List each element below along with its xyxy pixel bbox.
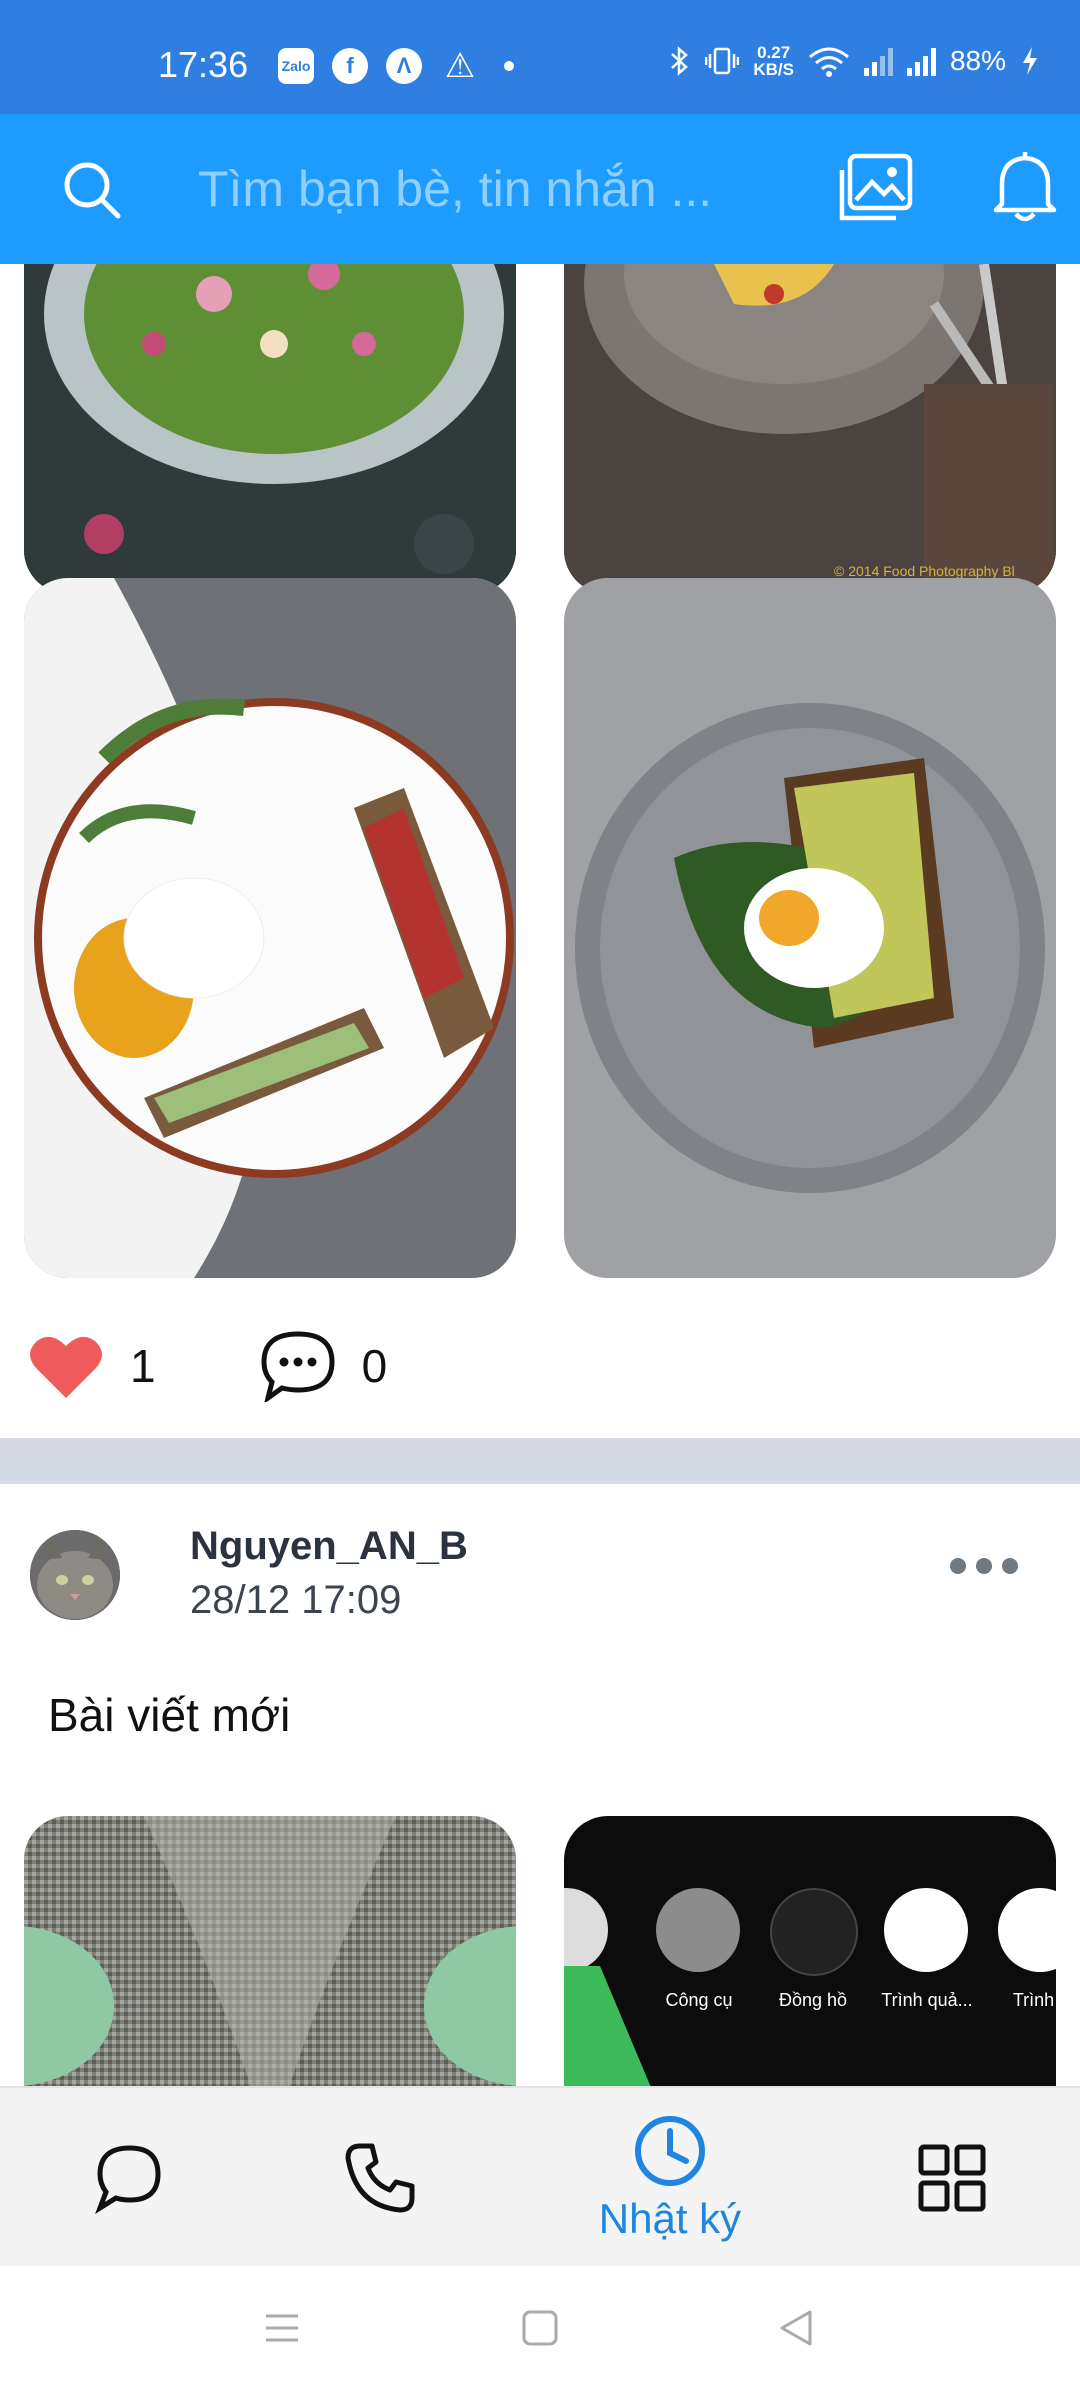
home-square-icon bbox=[522, 2310, 558, 2346]
recents-button[interactable] bbox=[262, 2308, 302, 2353]
post-photo-icon[interactable] bbox=[838, 152, 914, 229]
security-app-icon bbox=[884, 1888, 968, 1972]
nav-more[interactable] bbox=[902, 2088, 1002, 2268]
clock-icon bbox=[635, 2116, 705, 2186]
like-count: 1 bbox=[130, 1340, 156, 1392]
post-photo-pasta[interactable]: © 2014 Food Photography Bl bbox=[564, 264, 1056, 594]
tools-folder-icon bbox=[656, 1888, 740, 1972]
more-notifications-dot bbox=[504, 61, 514, 71]
post-photo-phone-screenshot[interactable]: ài đặt Công cụ Đồng hồ Trình quả... Trìn… bbox=[564, 1816, 1056, 2086]
search-icon[interactable] bbox=[60, 158, 124, 227]
app-label: Trình quả... bbox=[881, 1990, 973, 2010]
bottom-nav: Nhật ký bbox=[0, 2086, 1080, 2268]
heart-icon bbox=[30, 1336, 102, 1398]
home-button[interactable] bbox=[520, 2308, 560, 2353]
post-photo-cat-eyes[interactable] bbox=[24, 1816, 516, 2086]
comment-button[interactable]: 0 bbox=[260, 1330, 388, 1402]
chat-bubble-icon bbox=[95, 2145, 161, 2214]
charging-icon bbox=[1023, 47, 1037, 75]
post-photo-avocado-toast[interactable] bbox=[564, 578, 1056, 1278]
post-author-name[interactable]: Nguyen_AN_B bbox=[190, 1524, 468, 1569]
phone-icon bbox=[345, 2143, 415, 2213]
zalo-notification-icon: Zalo bbox=[278, 48, 314, 84]
battery-percent: 88% bbox=[949, 45, 1006, 76]
back-button[interactable] bbox=[776, 2308, 816, 2353]
settings-app-icon bbox=[564, 1888, 608, 1972]
green-wallpaper-shape bbox=[564, 1966, 684, 2086]
app-label: Đồng hồ bbox=[778, 1990, 848, 2010]
post-photo-eggs-toast[interactable] bbox=[24, 578, 516, 1278]
post-timestamp: 28/12 17:09 bbox=[190, 1578, 402, 1622]
file-manager-icon bbox=[998, 1888, 1056, 1972]
avatar[interactable] bbox=[30, 1530, 120, 1620]
signal-icon-sim2 bbox=[906, 46, 936, 76]
facebook-notification-icon: f bbox=[332, 48, 368, 84]
post-header: Nguyen_AN_B 28/12 17:09 bbox=[0, 1524, 1080, 1634]
app-label: Trình q bbox=[1012, 1990, 1056, 2010]
signal-icon-sim1 bbox=[863, 46, 893, 76]
photo-watermark: © 2014 Food Photography Bl bbox=[834, 563, 1015, 579]
comment-count: 0 bbox=[361, 1340, 388, 1392]
more-options-icon[interactable] bbox=[950, 1558, 1018, 1574]
nav-timeline-label: Nhật ký bbox=[598, 2195, 742, 2242]
system-nav-bar bbox=[0, 2266, 1080, 2400]
nav-timeline[interactable]: Nhật ký bbox=[570, 2088, 770, 2268]
clock-app-icon bbox=[770, 1888, 858, 1976]
nav-messages[interactable] bbox=[78, 2088, 178, 2268]
post-actions: 1 0 bbox=[28, 1330, 387, 1402]
comment-icon bbox=[261, 1331, 335, 1402]
status-right: 0.27 KB/S 88% bbox=[669, 44, 1040, 78]
top-search-bar: Tìm bạn bè, tin nhắn ... bbox=[0, 114, 1080, 264]
notification-icons: Zalo f Λ ⚠ bbox=[278, 47, 514, 85]
post-photo-salad[interactable] bbox=[24, 264, 516, 594]
notification-bell-icon[interactable] bbox=[992, 148, 1058, 229]
menu-lines-icon bbox=[266, 2314, 298, 2342]
network-speed-unit: KB/S bbox=[753, 60, 794, 79]
wifi-icon bbox=[808, 47, 849, 77]
post-text: Bài viết mới bbox=[48, 1689, 291, 1741]
app-label: Công cụ bbox=[665, 1990, 733, 2010]
status-bar: 17:36 Zalo f Λ ⚠ 0.27 KB/S 88% bbox=[0, 0, 1080, 114]
vibrate-icon bbox=[705, 47, 740, 75]
network-speed-value: 0.27 bbox=[757, 43, 791, 62]
search-input[interactable]: Tìm bạn bè, tin nhắn ... bbox=[198, 160, 712, 218]
nav-contacts[interactable] bbox=[330, 2088, 430, 2268]
timeline-feed[interactable]: © 2014 Food Photography Bl 1 0 Nguyen_AN… bbox=[0, 264, 1080, 2086]
like-button[interactable]: 1 bbox=[28, 1332, 156, 1400]
post-separator bbox=[0, 1438, 1080, 1484]
grid-icon bbox=[918, 2144, 986, 2212]
app-notification-icon: Λ bbox=[386, 48, 422, 84]
status-time: 17:36 bbox=[158, 44, 249, 85]
network-speed: 0.27 KB/S bbox=[753, 44, 794, 78]
back-triangle-icon bbox=[780, 2310, 812, 2346]
bluetooth-icon bbox=[671, 46, 689, 76]
warning-icon: ⚠ bbox=[444, 47, 476, 85]
